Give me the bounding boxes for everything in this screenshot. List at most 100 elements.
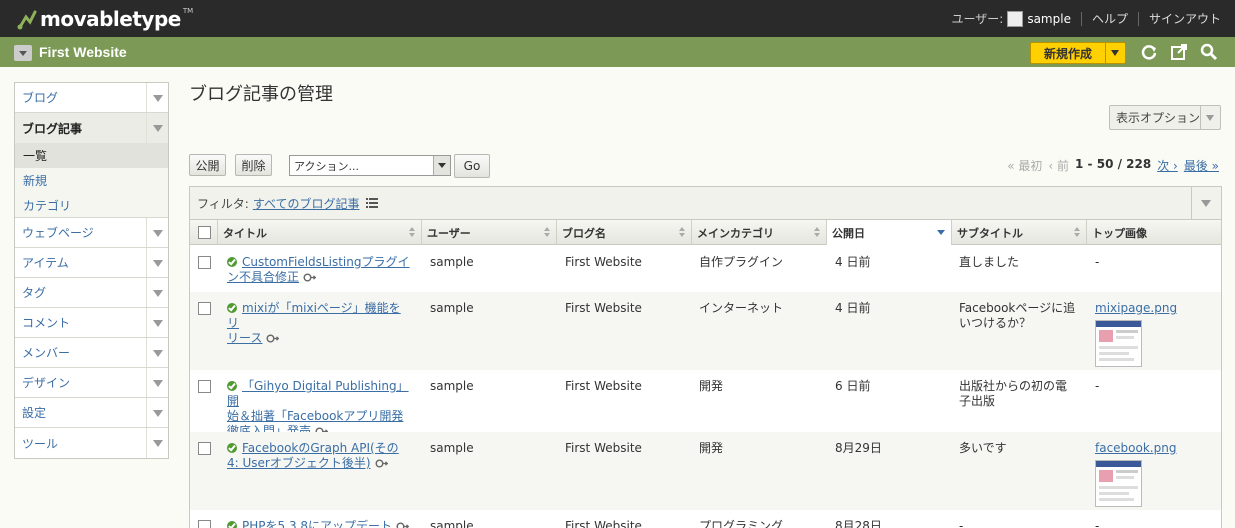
row-checkbox[interactable] <box>198 380 211 393</box>
column-label: トップ画像 <box>1092 226 1147 240</box>
top-image-cell: - <box>1095 379 1100 393</box>
blog-name-cell: First Website <box>565 301 642 315</box>
action-select[interactable]: アクション... <box>289 155 451 176</box>
go-button[interactable]: Go <box>454 154 490 178</box>
user-nav: ユーザー: sample ヘルプ サインアウト <box>952 10 1221 27</box>
row-checkbox[interactable] <box>198 302 211 315</box>
list-icon[interactable] <box>365 198 378 208</box>
user-cell: sample <box>430 255 474 269</box>
filter-toggle[interactable] <box>1191 187 1221 219</box>
filter-value[interactable]: すべてのブログ記事 <box>253 195 360 212</box>
view-entry-icon[interactable] <box>396 522 410 528</box>
search-icon[interactable] <box>1200 43 1218 61</box>
display-options-button[interactable]: 表示オプション <box>1109 105 1221 130</box>
chevron-down-icon[interactable] <box>146 113 168 143</box>
chevron-down-icon[interactable] <box>146 278 168 307</box>
chevron-down-icon[interactable] <box>433 156 450 175</box>
chevron-down-icon[interactable] <box>1105 43 1125 63</box>
column-header-image[interactable]: トップ画像 <box>1087 220 1221 245</box>
movabletype-logo[interactable]: movabletype TM <box>16 5 193 33</box>
chevron-down-icon[interactable] <box>146 83 168 112</box>
sidebar-subitem-new[interactable]: 新規 <box>15 168 168 193</box>
image-thumbnail[interactable] <box>1095 320 1142 367</box>
column-label: メインカテゴリ <box>697 226 774 240</box>
view-entry-icon[interactable] <box>303 273 317 282</box>
entry-title-link[interactable]: FacebookのGraph API(その <box>242 441 399 455</box>
entry-title-link[interactable]: 4: Userオブジェクト後半) <box>227 456 371 470</box>
column-header-subtitle[interactable]: サブタイトル <box>952 220 1087 245</box>
column-header-user[interactable]: ユーザー <box>422 220 557 245</box>
signout-link[interactable]: サインアウト <box>1149 10 1221 27</box>
view-entry-icon[interactable] <box>375 459 388 468</box>
pager-next[interactable]: 次 › <box>1157 157 1178 174</box>
sidebar-item-design[interactable]: デザイン <box>15 368 168 398</box>
username-link[interactable]: sample <box>1027 12 1071 26</box>
sidebar-item-tags[interactable]: タグ <box>15 278 168 308</box>
sort-icon <box>814 227 820 238</box>
column-header-category[interactable]: メインカテゴリ <box>692 220 827 245</box>
logo-tm: TM <box>182 7 194 15</box>
column-header-date[interactable]: 公開日 <box>827 220 952 245</box>
entry-title-link[interactable]: CustomFieldsListingプラグイ <box>242 255 409 269</box>
sidebar-item-settings[interactable]: 設定 <box>15 398 168 428</box>
delete-button[interactable]: 削除 <box>235 154 272 176</box>
entry-title-link[interactable]: mixiが「mixiページ」機能をリ <box>227 301 401 330</box>
sidebar-item-members[interactable]: メンバー <box>15 338 168 368</box>
published-date-cell: 8月28日 <box>835 519 882 528</box>
view-entry-icon[interactable] <box>266 334 280 343</box>
pager-range: 1 - 50 / 228 <box>1075 157 1152 171</box>
create-new-button[interactable]: 新規作成 <box>1030 42 1126 64</box>
row-checkbox[interactable] <box>198 442 211 455</box>
image-filename-link[interactable]: facebook.png <box>1095 441 1176 455</box>
sidebar-item-assets[interactable]: アイテム <box>15 248 168 278</box>
chevron-down-icon[interactable] <box>146 398 168 427</box>
select-all-checkbox[interactable] <box>198 226 211 239</box>
chevron-down-icon[interactable] <box>146 218 168 247</box>
column-header-blog[interactable]: ブログ名 <box>557 220 692 245</box>
avatar[interactable] <box>1007 10 1024 27</box>
row-checkbox[interactable] <box>198 256 211 269</box>
entry-title-link[interactable]: 「Gihyo Digital Publishing」開 <box>227 379 409 408</box>
sidebar-item-label: メンバー <box>22 346 71 360</box>
subtitle-line: - <box>959 519 964 528</box>
image-filename-link[interactable]: mixipage.png <box>1095 301 1177 315</box>
entry-title-cell: mixiが「mixiページ」機能をリ リース <box>227 301 412 346</box>
publish-button[interactable]: 公開 <box>189 154 226 176</box>
sidebar-item-webpages[interactable]: ウェブページ <box>15 218 168 248</box>
chevron-down-icon <box>1200 106 1220 129</box>
top-image-cell: mixipage.png <box>1095 301 1177 367</box>
filter-bar: フィルタ: すべてのブログ記事 <box>190 187 1221 220</box>
row-checkbox[interactable] <box>198 520 211 528</box>
pager-last[interactable]: 最後 » <box>1184 157 1219 174</box>
sidebar-item-blog[interactable]: ブログ <box>15 83 168 113</box>
logo-text: movabletype <box>40 7 181 31</box>
subtitle-line: 直しました <box>959 255 1020 269</box>
entry-title-link[interactable]: リース <box>227 331 262 345</box>
published-status-icon <box>227 257 237 267</box>
entry-title-link[interactable]: ン不具合修正 <box>227 270 299 284</box>
sidebar-item-entries[interactable]: ブログ記事 <box>15 113 168 143</box>
sidebar-subitem-category[interactable]: カテゴリ <box>15 193 168 218</box>
image-thumbnail[interactable] <box>1095 460 1142 507</box>
view-site-icon[interactable] <box>1170 43 1188 61</box>
site-switcher-dropdown[interactable] <box>14 45 32 61</box>
sidebar-item-tools[interactable]: ツール <box>15 428 168 458</box>
chevron-down-icon[interactable] <box>146 308 168 337</box>
refresh-icon[interactable] <box>1140 43 1158 61</box>
subtitle-cell: 多いです <box>959 441 1083 456</box>
sidebar-subitem-list[interactable]: 一覧 <box>15 143 168 168</box>
entry-title-link[interactable]: 始＆拙著「Facebookアプリ開発 <box>227 409 403 423</box>
chevron-down-icon[interactable] <box>146 338 168 367</box>
help-link[interactable]: ヘルプ <box>1092 10 1128 27</box>
column-header-title[interactable]: タイトル <box>218 220 422 245</box>
chevron-down-icon[interactable] <box>146 248 168 277</box>
entry-title-link[interactable]: PHPを5.3.8にアップデート <box>242 519 392 528</box>
site-name[interactable]: First Website <box>39 44 127 60</box>
sidebar-item-comments[interactable]: コメント <box>15 308 168 338</box>
category-cell: 開発 <box>699 379 724 393</box>
chevron-down-icon[interactable] <box>146 368 168 397</box>
subtitle-line: いつけるか？ <box>959 316 1032 330</box>
chevron-down-icon[interactable] <box>146 428 168 458</box>
page-title: ブログ記事の管理 <box>189 84 333 105</box>
action-select-value: アクション... <box>294 159 359 173</box>
